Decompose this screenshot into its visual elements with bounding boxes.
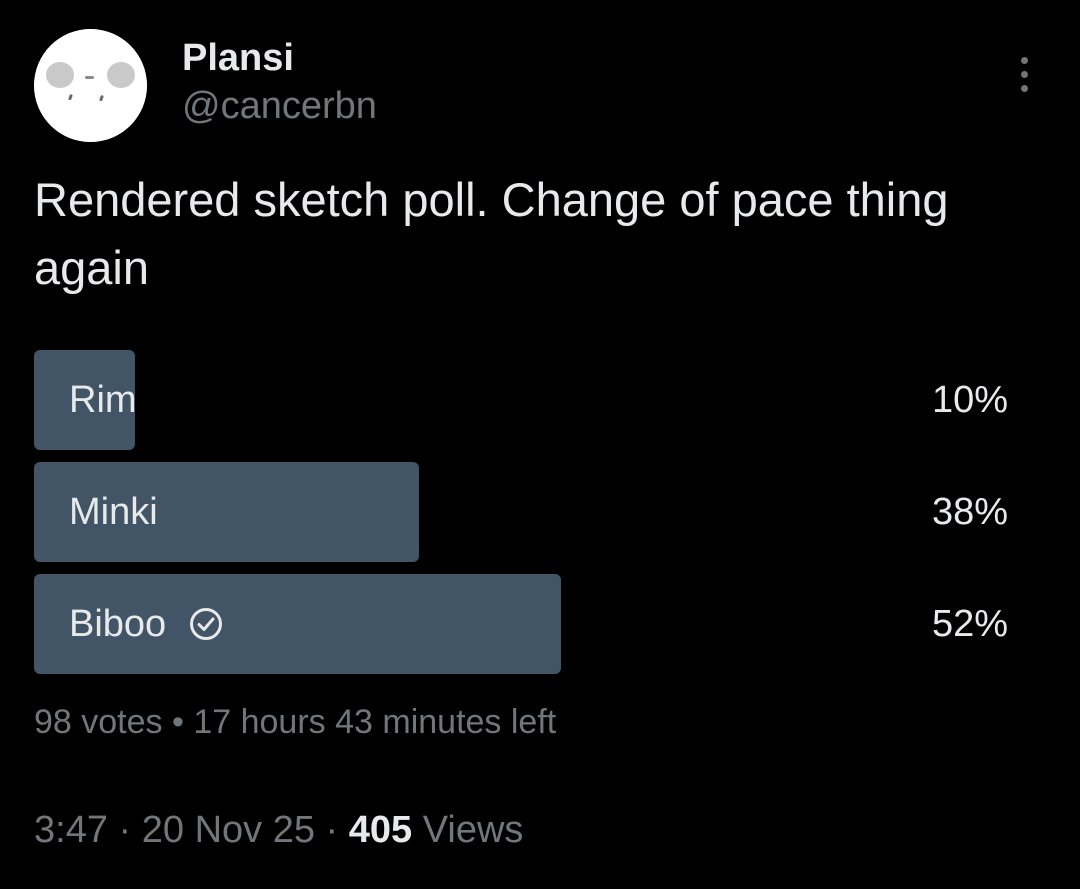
check-circle-icon xyxy=(190,608,223,640)
poll-summary: 98 votes • 17 hours 43 minutes left xyxy=(34,700,556,744)
user-handle[interactable]: @cancerbn xyxy=(182,84,377,128)
separator: • xyxy=(171,703,184,741)
avatar[interactable] xyxy=(34,29,147,142)
poll-time-left: 17 hours 43 minutes left xyxy=(193,703,557,741)
tweet-date[interactable]: 20 Nov 25 xyxy=(142,809,315,851)
more-vertical-icon-dot xyxy=(1020,70,1028,78)
poll: Rim 10% Minki 38% Biboo 52% xyxy=(34,350,1014,686)
poll-option-percent: 10% xyxy=(931,379,1008,421)
poll-vote-count: 98 votes xyxy=(34,703,163,741)
poll-option-label: Minki xyxy=(69,491,158,533)
poll-option-label: Rim xyxy=(69,379,137,421)
poll-option-percent: 38% xyxy=(931,491,1008,533)
views-count[interactable]: 405 xyxy=(349,809,412,851)
tweet-time[interactable]: 3:47 xyxy=(34,809,108,851)
poll-option-rim: Rim 10% xyxy=(34,350,1014,450)
separator: · xyxy=(118,809,132,851)
avatar-image xyxy=(34,29,147,142)
display-name[interactable]: Plansi xyxy=(182,36,294,80)
more-vertical-icon-dot xyxy=(1020,84,1028,92)
views-label[interactable]: Views xyxy=(423,809,524,851)
tweet-metadata: 3:47 · 20 Nov 25 · 405 Views xyxy=(34,806,523,854)
tweet-text: Rendered sketch poll. Change of pace thi… xyxy=(34,173,949,294)
poll-option-percent: 52% xyxy=(931,603,1008,645)
poll-option-minki: Minki 38% xyxy=(34,462,1014,562)
poll-option-biboo: Biboo 52% xyxy=(34,574,1014,674)
more-options-button[interactable] xyxy=(1006,52,1042,96)
poll-option-label: Biboo xyxy=(69,603,167,645)
separator: · xyxy=(325,809,339,851)
more-vertical-icon xyxy=(1020,56,1028,64)
